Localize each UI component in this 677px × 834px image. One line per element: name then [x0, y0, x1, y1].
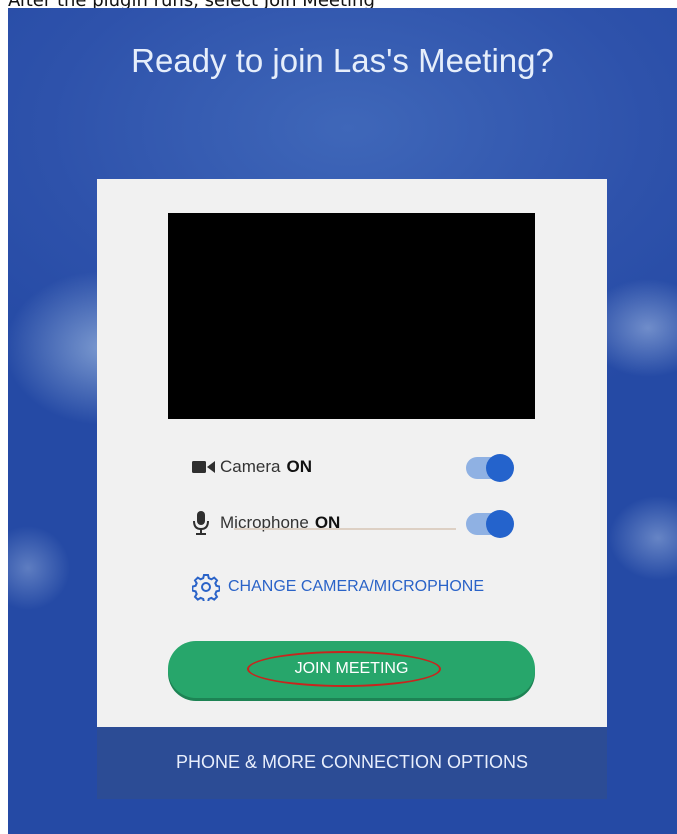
join-meeting-button[interactable]: JOIN MEETING: [168, 641, 535, 698]
microphone-row: Microphone ON: [192, 508, 340, 538]
microphone-icon: [192, 510, 220, 536]
join-panel: Camera ON Microphone ON CHANGE CAMERA/MI…: [97, 179, 607, 731]
video-camera-icon: [192, 459, 220, 475]
camera-toggle-knob: [486, 454, 514, 482]
microphone-toggle-knob: [486, 510, 514, 538]
connection-options-button[interactable]: PHONE & MORE CONNECTION OPTIONS: [97, 727, 607, 799]
change-devices-link[interactable]: CHANGE CAMERA/MICROPHONE: [192, 573, 484, 601]
camera-toggle[interactable]: [466, 454, 514, 482]
join-meeting-label: JOIN MEETING: [294, 660, 409, 677]
microphone-toggle[interactable]: [466, 510, 514, 538]
camera-preview: [168, 213, 535, 419]
gear-icon: [192, 573, 228, 601]
microphone-level-bar: [234, 528, 456, 530]
change-devices-label: CHANGE CAMERA/MICROPHONE: [228, 578, 485, 595]
meeting-lobby-background: Ready to join Las's Meeting? Camera ON M…: [8, 8, 677, 834]
connection-options-label: PHONE & MORE CONNECTION OPTIONS: [175, 752, 529, 772]
camera-row: Camera ON: [192, 452, 312, 482]
microphone-status: ON: [314, 513, 341, 532]
microphone-label: Microphone: [220, 513, 309, 532]
page-title: Ready to join Las's Meeting?: [131, 42, 554, 79]
camera-label: Camera: [220, 457, 281, 476]
camera-status: ON: [286, 457, 312, 476]
